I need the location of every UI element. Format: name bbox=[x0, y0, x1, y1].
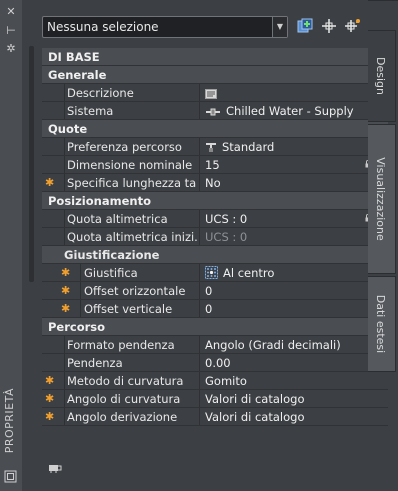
category-posizionamento[interactable]: Posizionamento − bbox=[42, 192, 388, 210]
property-label: Quota altimetrica bbox=[67, 212, 168, 226]
palette-titlebar: ✕ ⊢ ✲ PROPRIETÀ bbox=[0, 0, 23, 491]
property-label: Pendenza bbox=[67, 356, 123, 370]
property-label: Quota altimetrica inizi... bbox=[67, 230, 197, 244]
property-value[interactable] bbox=[203, 84, 373, 102]
property-value[interactable]: 15 bbox=[203, 156, 373, 174]
property-row-formato-pendenza[interactable]: Formato pendenza Angolo (Gradi decimali) bbox=[42, 336, 388, 354]
property-row-dimensione[interactable]: Dimensione nominale 15 bbox=[42, 156, 388, 174]
scrollbar[interactable] bbox=[29, 46, 34, 282]
property-grid: DI BASE − Generale − Descrizione Sistema… bbox=[42, 48, 388, 426]
property-value[interactable]: No bbox=[203, 174, 373, 192]
property-row-metodo-curvatura[interactable]: ✱ Metodo di curvatura Gomito bbox=[42, 372, 388, 390]
property-label: Specifica lunghezza ta... bbox=[67, 176, 197, 190]
category-base[interactable]: DI BASE − bbox=[42, 48, 388, 66]
tab-design[interactable]: Design bbox=[368, 30, 396, 122]
quick-select-icon[interactable] bbox=[344, 17, 362, 35]
property-label: Giustifica bbox=[84, 266, 138, 280]
varies-asterisk-icon: ✱ bbox=[61, 302, 71, 315]
palette-title: PROPRIETÀ bbox=[3, 387, 16, 453]
property-label: Metodo di curvatura bbox=[67, 374, 184, 388]
category-label: DI BASE bbox=[48, 50, 100, 64]
property-row-offset-verticale[interactable]: ✱ Offset verticale 0 bbox=[42, 300, 388, 318]
property-label: Preferenza percorso bbox=[67, 140, 182, 154]
category-label: Generale bbox=[48, 68, 107, 82]
properties-menu-icon[interactable]: ✲ bbox=[5, 43, 17, 55]
varies-asterisk-icon: ✱ bbox=[45, 410, 55, 423]
property-value[interactable]: Gomito bbox=[203, 372, 373, 390]
pipe-system-icon bbox=[206, 108, 220, 116]
category-label: Quote bbox=[48, 122, 88, 136]
property-value: UCS : 0 bbox=[205, 230, 248, 244]
property-row-angolo-derivazione[interactable]: ✱ Angolo derivazione Valori di catalogo bbox=[42, 408, 388, 426]
select-objects-icon[interactable] bbox=[320, 17, 338, 35]
property-row-offset-orizzontale[interactable]: ✱ Offset orizzontale 0 bbox=[42, 282, 388, 300]
property-label: Angolo derivazione bbox=[67, 410, 178, 424]
justification-grid-icon bbox=[205, 266, 218, 279]
varies-asterisk-icon: ✱ bbox=[45, 392, 55, 405]
property-row-angolo-curvatura[interactable]: ✱ Angolo di curvatura Valori di catalogo bbox=[42, 390, 388, 408]
chevron-down-icon: ▼ bbox=[272, 17, 287, 37]
property-value[interactable]: Angolo (Gradi decimali) bbox=[203, 336, 373, 354]
property-label: Descrizione bbox=[67, 86, 134, 100]
category-label: Posizionamento bbox=[48, 194, 151, 208]
property-row-pendenza[interactable]: Pendenza 0.00 bbox=[42, 354, 388, 372]
property-row-giustifica[interactable]: ✱ Giustifica Al centro bbox=[42, 264, 388, 282]
tab-label: Dati estesi bbox=[374, 294, 387, 354]
property-value[interactable]: 0.00 bbox=[203, 354, 373, 372]
autohide-icon[interactable]: ⊢ bbox=[5, 25, 17, 37]
property-row-preferenza[interactable]: Preferenza percorso Standard bbox=[42, 138, 388, 156]
property-label: Dimensione nominale bbox=[67, 158, 193, 172]
property-row-specifica[interactable]: ✱ Specifica lunghezza ta... No bbox=[42, 174, 388, 192]
properties-panel: Nessuna selezione ▼ DI BASE − Generale −… bbox=[22, 0, 388, 491]
property-label: Angolo di curvatura bbox=[67, 392, 181, 406]
varies-asterisk-icon: ✱ bbox=[45, 374, 55, 387]
property-row-quota-altimetrica-iniziale[interactable]: Quota altimetrica inizi... UCS : 0 bbox=[42, 228, 388, 246]
subcategory-giustificazione[interactable]: Giustificazione − bbox=[42, 246, 388, 264]
category-percorso[interactable]: Percorso − bbox=[42, 318, 388, 336]
property-value[interactable]: Valori di catalogo bbox=[203, 408, 373, 426]
property-value[interactable]: 0 bbox=[203, 300, 373, 318]
property-label: Offset verticale bbox=[84, 302, 173, 316]
category-generale[interactable]: Generale − bbox=[42, 66, 388, 84]
property-value[interactable]: UCS : 0 bbox=[203, 210, 373, 228]
palette-tabs: Design Visualizzazione Dati estesi bbox=[368, 30, 398, 372]
selection-value: Nessuna selezione bbox=[47, 20, 159, 34]
tab-label: Design bbox=[374, 57, 387, 95]
close-icon[interactable]: ✕ bbox=[5, 6, 17, 18]
property-value[interactable]: Standard bbox=[203, 138, 373, 156]
property-row-descrizione[interactable]: Descrizione bbox=[42, 84, 388, 102]
property-row-sistema[interactable]: Sistema Chilled Water - Supply bbox=[42, 102, 388, 120]
tab-visualizzazione[interactable]: Visualizzazione bbox=[368, 124, 396, 274]
property-label: Offset orizzontale bbox=[84, 284, 186, 298]
routing-preference-icon bbox=[206, 143, 216, 152]
tab-label: Visualizzazione bbox=[374, 157, 387, 241]
property-label: Formato pendenza bbox=[67, 338, 175, 352]
add-tool-icon[interactable] bbox=[48, 462, 62, 474]
property-label: Sistema bbox=[67, 104, 114, 118]
tab-dati-estesi[interactable]: Dati estesi bbox=[368, 276, 396, 372]
description-icon[interactable] bbox=[205, 89, 217, 99]
property-value[interactable]: Chilled Water - Supply bbox=[203, 102, 373, 120]
palette-icon[interactable] bbox=[4, 470, 17, 483]
category-label: Percorso bbox=[48, 320, 106, 334]
toolbar: Nessuna selezione ▼ bbox=[42, 16, 360, 40]
property-value[interactable]: 0 bbox=[203, 282, 373, 300]
varies-asterisk-icon: ✱ bbox=[45, 176, 55, 189]
subcategory-label: Giustificazione bbox=[64, 248, 160, 262]
varies-asterisk-icon: ✱ bbox=[61, 284, 71, 297]
varies-asterisk-icon: ✱ bbox=[61, 266, 71, 279]
category-quote[interactable]: Quote − bbox=[42, 120, 388, 138]
property-row-quota-altimetrica[interactable]: Quota altimetrica UCS : 0 bbox=[42, 210, 388, 228]
selection-dropdown[interactable]: Nessuna selezione ▼ bbox=[42, 16, 288, 38]
toggle-pickadd-icon[interactable] bbox=[296, 17, 314, 35]
property-value[interactable]: Valori di catalogo bbox=[203, 390, 373, 408]
property-value[interactable]: Al centro bbox=[203, 264, 373, 282]
